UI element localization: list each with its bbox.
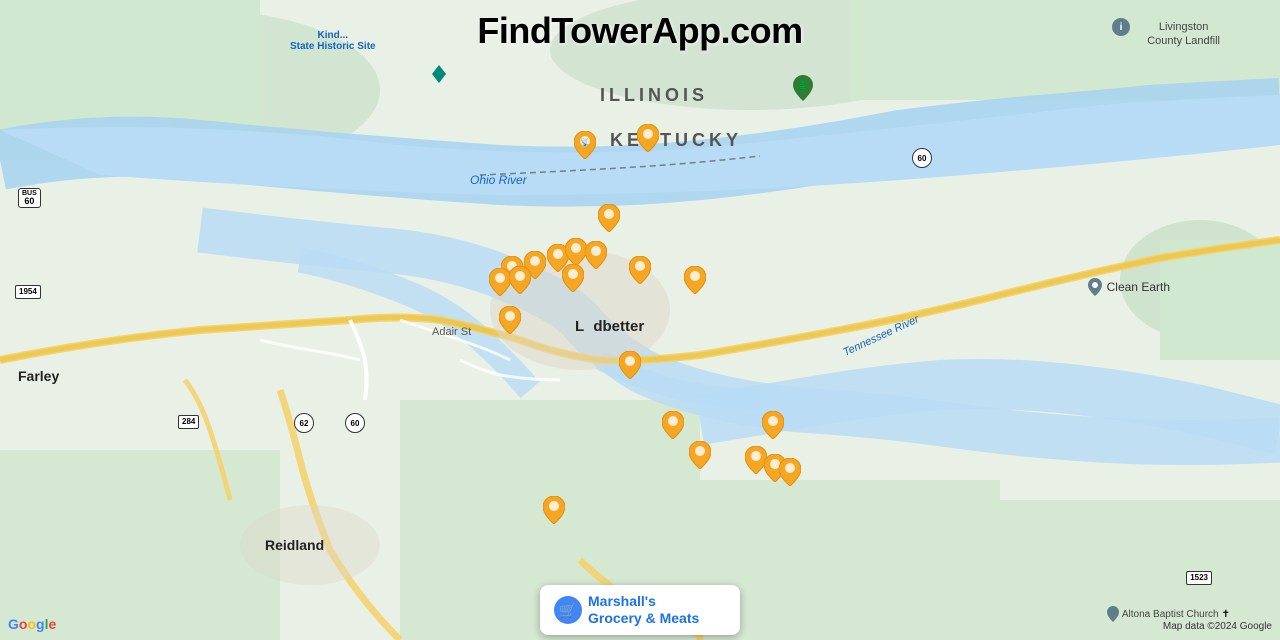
tower-pin[interactable] (779, 458, 801, 486)
tower-pin[interactable] (509, 266, 531, 294)
tower-pin[interactable] (489, 268, 511, 296)
svg-text:🌲: 🌲 (797, 79, 809, 92)
map-background (0, 0, 1280, 640)
tower-pin[interactable] (689, 441, 711, 469)
tower-pin[interactable] (598, 204, 620, 232)
historic-site-area: Kind... State Historic Site (290, 30, 376, 52)
tower-pin[interactable] (629, 256, 651, 284)
bus60-shield: BUS 60 (18, 188, 41, 208)
us60-lower-shield: 60 (345, 413, 365, 433)
site-title: FindTowerApp.com (477, 10, 802, 52)
ky284-shield: 284 (178, 415, 199, 429)
clean-earth-area: Clean Earth (1088, 278, 1170, 296)
tower-pin[interactable] (662, 411, 684, 439)
tower-pin[interactable] (619, 351, 641, 379)
google-logo: Google (8, 616, 56, 632)
us62-left-shield: 62 (294, 413, 314, 433)
tower-pin[interactable] (684, 266, 706, 294)
tower-pin[interactable] (499, 306, 521, 334)
business-card-popup[interactable]: 🛒 Marshall's Grocery & Meats (540, 585, 740, 635)
tower-pin[interactable]: 📡 (574, 131, 596, 159)
county-landfill-area: LivingstonCounty Landfill (1147, 20, 1220, 49)
tower-pin[interactable] (762, 411, 784, 439)
historic-site-icon (432, 65, 446, 88)
svg-text:📡: 📡 (580, 137, 590, 147)
tower-pin[interactable] (637, 124, 659, 152)
tower-pin[interactable] (543, 496, 565, 524)
shopping-icon: 🛒 (554, 596, 582, 624)
map-attribution: Map data ©2024 Google (1163, 621, 1272, 632)
nature-park-marker[interactable]: 🌲 (793, 75, 813, 106)
landfill-icon: i (1112, 18, 1130, 36)
tower-pin[interactable] (562, 264, 584, 292)
ky1523-shield: 1523 (1186, 571, 1212, 585)
tower-pin[interactable] (585, 241, 607, 269)
tower-pin[interactable] (565, 238, 587, 266)
map-container: FindTowerApp.com ILLINOIS KENTUCKY Ohio … (0, 0, 1280, 640)
ky1954-shield: 1954 (15, 285, 41, 299)
business-name: Marshall's Grocery & Meats (588, 593, 699, 627)
us60-right-shield: 60 (912, 148, 932, 168)
altona-church-area: Altona Baptist Church ✝ (1107, 606, 1230, 622)
